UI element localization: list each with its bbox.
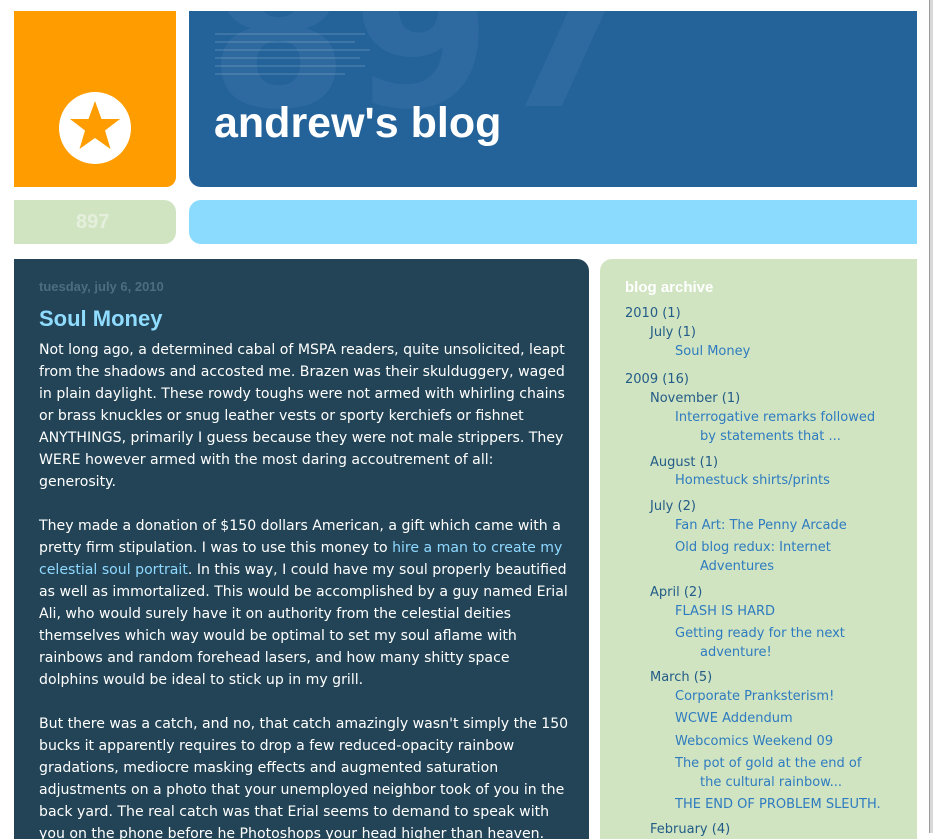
year-count: (1) — [662, 306, 681, 321]
post-body: Not long ago, a determined cabal of MSPA… — [39, 339, 569, 839]
star-icon — [59, 92, 131, 164]
archive-post-link[interactable]: Homestuck shirts/prints — [675, 471, 830, 490]
sidebar-blog-archive: blog archive 2010 (1) July (1) Soul Mone… — [600, 259, 917, 839]
header-banner: 897 andrew's blog — [189, 11, 917, 187]
year-label: 2010 — [625, 306, 659, 321]
archive-post-link[interactable]: Adventures — [700, 557, 774, 576]
archive-post-link[interactable]: Soul Money — [675, 342, 750, 361]
month-label: July — [650, 499, 674, 514]
archive-post-link[interactable]: adventure! — [700, 643, 772, 662]
month-count: (2) — [677, 499, 696, 514]
month-label: February — [650, 822, 708, 837]
year-count: (16) — [662, 372, 689, 387]
counter-box: 897 — [14, 200, 176, 244]
window-edge — [929, 0, 933, 833]
archive-post-link[interactable]: Interrogative remarks followed — [675, 408, 875, 427]
blog-title[interactable]: andrew's blog — [214, 99, 501, 148]
post-date: tuesday, july 6, 2010 — [39, 279, 164, 294]
month-count: (5) — [693, 670, 713, 685]
post-title[interactable]: Soul Money — [39, 306, 162, 332]
month-count: (1) — [699, 455, 719, 470]
post-text: . In this way, I could have my soul prop… — [39, 562, 568, 688]
archive-post-link[interactable]: Getting ready for the next — [675, 624, 845, 643]
archive-post-link[interactable]: WCWE Addendum — [675, 709, 793, 728]
fine-print-decoration — [215, 33, 375, 81]
year-label: 2009 — [625, 372, 659, 387]
month-count: (2) — [683, 585, 703, 600]
month-label: August — [650, 455, 696, 470]
archive-month-march-2009[interactable]: March (5) — [650, 668, 712, 687]
archive-month-august-2009[interactable]: August (1) — [650, 453, 718, 472]
post-paragraph: They made a donation of $150 dollars Ame… — [39, 515, 569, 691]
month-label: April — [650, 585, 680, 600]
post-paragraph: But there was a catch, and no, that catc… — [39, 716, 569, 839]
archive-month-july-2009[interactable]: July (2) — [650, 497, 696, 516]
archive-post-link[interactable]: The pot of gold at the end of — [675, 754, 861, 773]
archive-month-february-2009[interactable]: February (4) — [650, 820, 730, 839]
month-count: (1) — [677, 325, 696, 340]
counter-label: 897 — [76, 211, 110, 233]
month-label: November — [650, 391, 718, 406]
month-count: (1) — [721, 391, 741, 406]
month-label: July — [650, 325, 674, 340]
nav-bar — [189, 200, 917, 244]
archive-month-november-2009[interactable]: November (1) — [650, 389, 740, 408]
month-count: (4) — [711, 822, 731, 837]
post-paragraph: Not long ago, a determined cabal of MSPA… — [39, 342, 565, 490]
main-content: tuesday, july 6, 2010 Soul Money Not lon… — [14, 259, 589, 839]
archive-month-april-2009[interactable]: April (2) — [650, 583, 702, 602]
archive-year-2009[interactable]: 2009 (16) — [625, 370, 689, 389]
archive-post-link[interactable]: THE END OF PROBLEM SLEUTH. — [675, 795, 881, 814]
archive-post-link[interactable]: by statements that ... — [700, 427, 841, 446]
logo-box — [14, 11, 176, 187]
archive-post-link[interactable]: FLASH IS HARD — [675, 602, 775, 621]
archive-post-link[interactable]: Corporate Pranksterism! — [675, 687, 834, 706]
archive-post-link[interactable]: Old blog redux: Internet — [675, 538, 831, 557]
archive-month-july-2010[interactable]: July (1) — [650, 323, 696, 342]
archive-post-link[interactable]: Fan Art: The Penny Arcade — [675, 516, 847, 535]
archive-title: blog archive — [625, 279, 714, 296]
month-label: March — [650, 670, 690, 685]
archive-post-link[interactable]: the cultural rainbow... — [700, 773, 842, 792]
archive-post-link[interactable]: Webcomics Weekend 09 — [675, 732, 833, 751]
archive-year-2010[interactable]: 2010 (1) — [625, 304, 681, 323]
